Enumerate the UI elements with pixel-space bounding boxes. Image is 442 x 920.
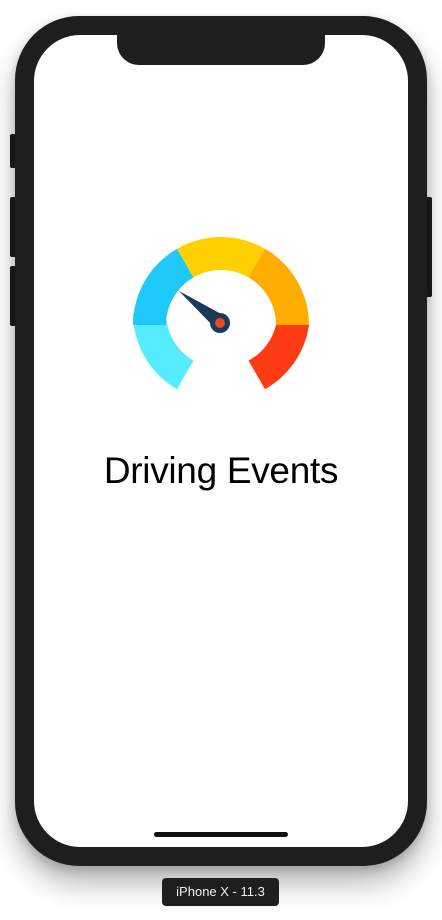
gauge-needle-hub-center [215, 318, 225, 328]
simulator-device-label: iPhone X - 11.3 [162, 878, 279, 906]
app-screen: Driving Events [34, 35, 408, 847]
gauge-segment-yellow [177, 237, 265, 278]
device-frame: Driving Events [15, 16, 427, 866]
simulator-stage: Driving Events iPhone X - 11.3 [0, 0, 442, 920]
speedometer-icon [133, 237, 309, 390]
gauge-segment-red [248, 325, 309, 390]
app-title: Driving Events [103, 450, 339, 491]
home-indicator[interactable] [154, 832, 288, 837]
device-notch [117, 35, 325, 65]
